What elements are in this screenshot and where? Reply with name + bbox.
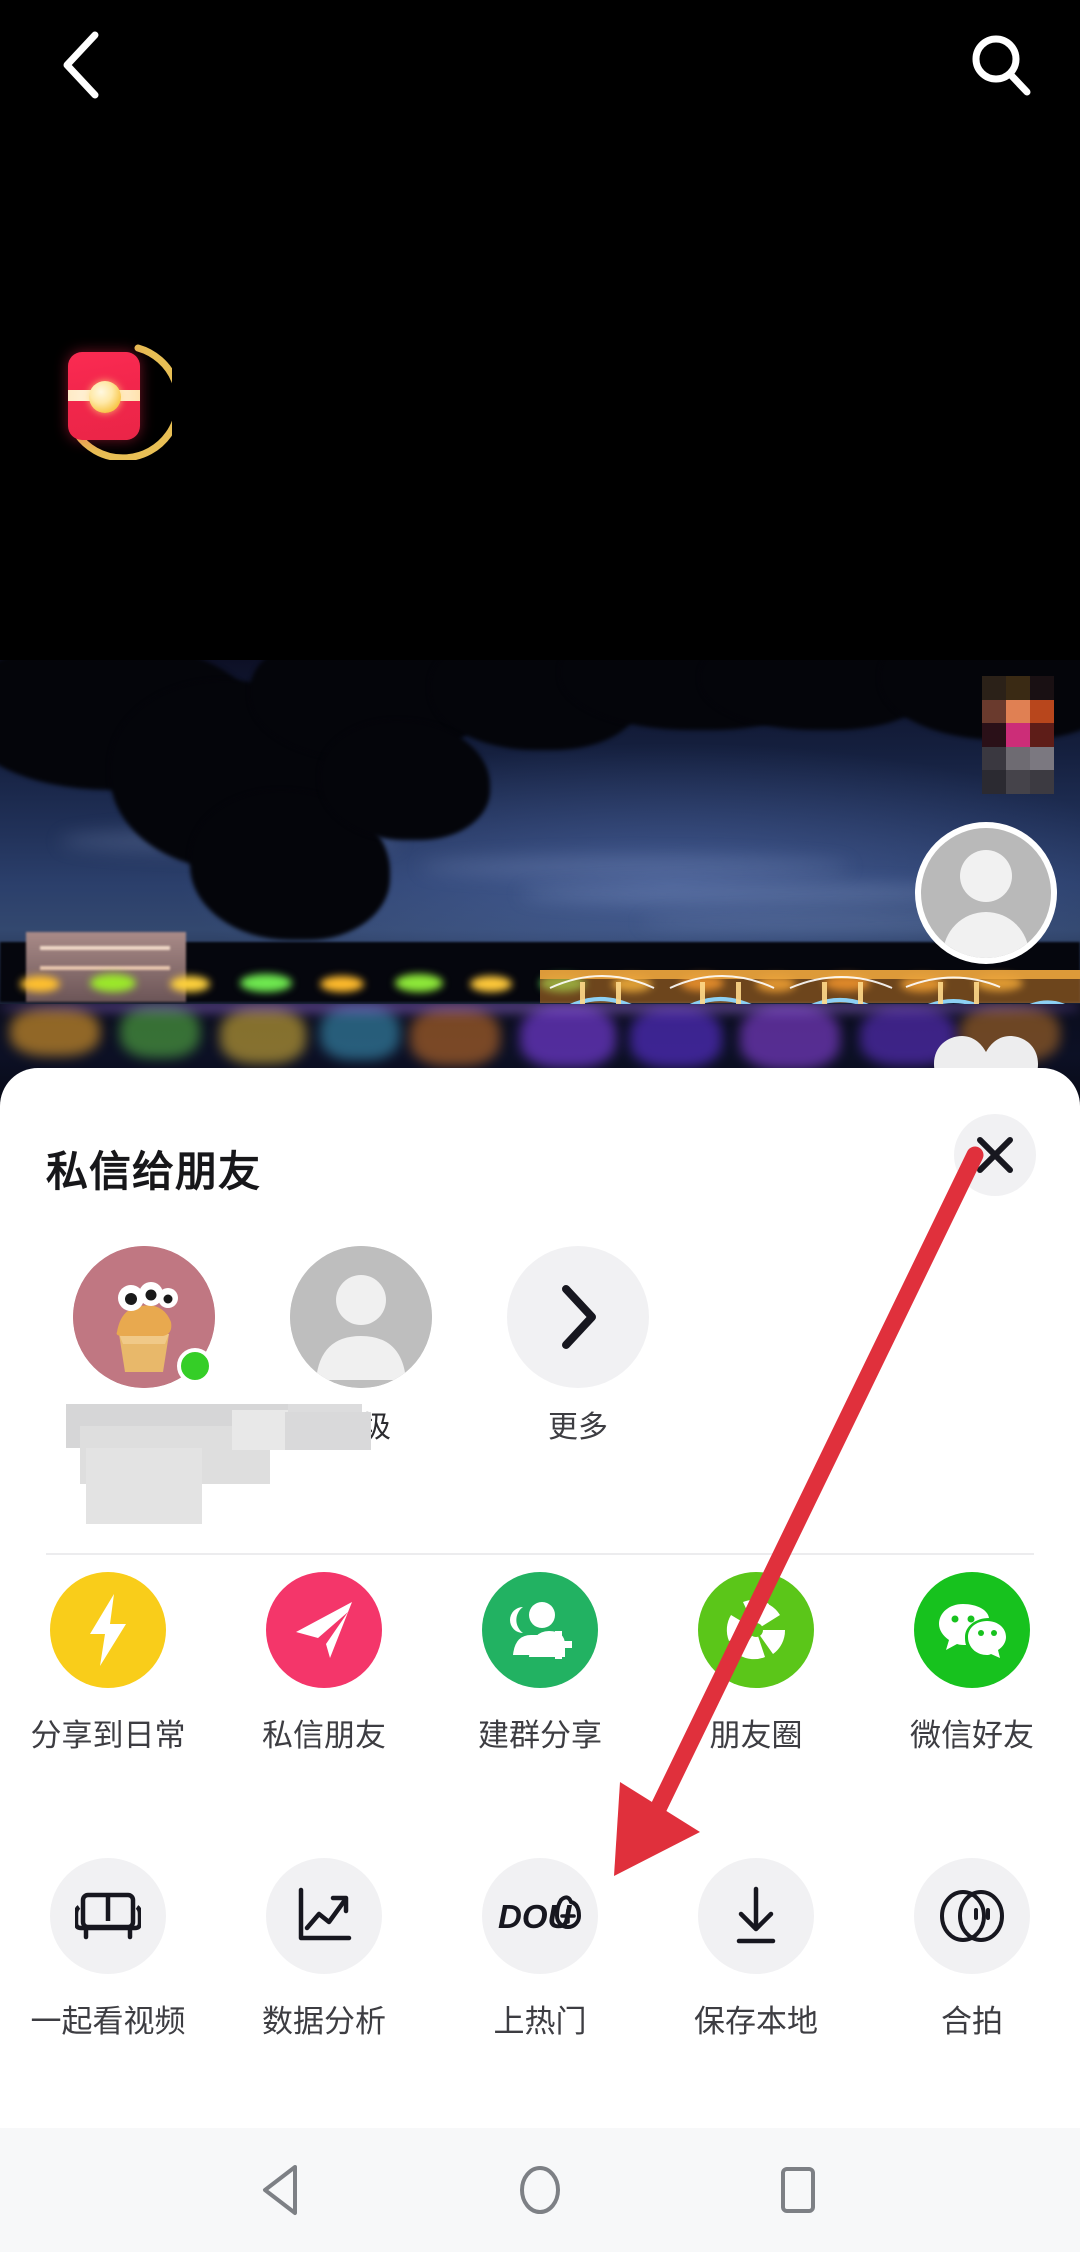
dou-plus-icon: DOU (482, 1858, 598, 1974)
nav-home-circle-icon (520, 2166, 560, 2214)
action-create-group-share[interactable]: 建群分享 (432, 1572, 648, 1822)
action-wechat-moments[interactable]: 朋友圈 (648, 1572, 864, 1822)
action-label: 私信朋友 (262, 1718, 386, 1753)
nav-home-button[interactable] (502, 2152, 578, 2228)
redaction-block (285, 1412, 371, 1450)
building-light (40, 946, 170, 950)
back-button[interactable] (38, 22, 124, 108)
phone-screen: 私信给朋友 荡 (0, 0, 1080, 2252)
red-packet-coin (89, 381, 121, 413)
share-actions-row-primary: 分享到日常 私信朋友 建群分享 朋友圈 微信好友 (0, 1572, 1080, 1822)
download-icon (698, 1858, 814, 1974)
action-label: 一起看视频 (30, 2004, 186, 2039)
share-actions-row-secondary: 一起看视频 数据分析 DOU 上热门 保存本地 合拍 (0, 1858, 1080, 2108)
top-bar (0, 0, 1080, 130)
default-person-avatar (290, 1246, 432, 1388)
wechat-icon (914, 1572, 1030, 1688)
online-status-dot (177, 1348, 213, 1384)
nav-back-button[interactable] (244, 2152, 320, 2228)
action-data-analytics[interactable]: 数据分析 (216, 1858, 432, 2108)
close-icon (977, 1137, 1013, 1173)
building-light (40, 966, 170, 970)
android-nav-bar (0, 2128, 1080, 2252)
more-label: 更多 (548, 1411, 608, 1444)
wechat-moments-icon (698, 1572, 814, 1688)
close-button[interactable] (954, 1114, 1036, 1196)
sheet-title: 私信给朋友 (46, 1148, 262, 1195)
chevron-left-icon (63, 31, 99, 99)
action-watch-together[interactable]: 一起看视频 (0, 1858, 216, 2108)
nav-recents-button[interactable] (760, 2152, 836, 2228)
friend-avatar[interactable] (73, 1246, 215, 1388)
search-button[interactable] (958, 22, 1044, 108)
avatar-head (960, 850, 1012, 902)
action-label: 数据分析 (262, 2004, 386, 2039)
action-share-to-daily[interactable]: 分享到日常 (0, 1572, 216, 1822)
avatar-body (943, 912, 1029, 958)
author-avatar[interactable] (915, 822, 1057, 964)
action-label: 保存本地 (694, 2004, 818, 2039)
action-label: 分享到日常 (30, 1718, 186, 1753)
redacted-watermark-mosaic (982, 676, 1054, 794)
chevron-right-icon (562, 1285, 596, 1349)
redaction-block (86, 1448, 202, 1524)
action-dou-plus-promote[interactable]: DOU 上热门 (432, 1858, 648, 2108)
more-friends-button[interactable]: 更多 (470, 1246, 686, 1446)
cloud (420, 856, 850, 878)
nav-recents-square-icon (781, 2167, 815, 2213)
action-label: 上热门 (493, 2004, 587, 2039)
red-packet-icon[interactable] (42, 330, 172, 460)
friend-avatar[interactable] (290, 1246, 432, 1388)
line-chart-icon (266, 1858, 382, 1974)
action-label: 微信好友 (910, 1718, 1034, 1753)
sofa-icon (50, 1858, 166, 1974)
action-save-local[interactable]: 保存本地 (648, 1858, 864, 2108)
action-duet[interactable]: 合拍 (864, 1858, 1080, 2108)
action-label: 朋友圈 (709, 1718, 803, 1753)
lightning-bolt-icon (50, 1572, 166, 1688)
action-label: 合拍 (941, 2004, 1003, 2039)
duet-circles-icon (914, 1858, 1030, 1974)
red-packet-body (68, 352, 140, 440)
action-label: 建群分享 (478, 1718, 602, 1753)
nav-back-triangle-icon (263, 2165, 297, 2215)
section-divider (46, 1553, 1034, 1555)
group-add-icon (482, 1572, 598, 1688)
more-circle[interactable] (507, 1246, 649, 1388)
action-direct-message[interactable]: 私信朋友 (216, 1572, 432, 1822)
paper-plane-icon (266, 1572, 382, 1688)
action-wechat-friend[interactable]: 微信好友 (864, 1572, 1080, 1822)
search-icon (972, 35, 1031, 96)
